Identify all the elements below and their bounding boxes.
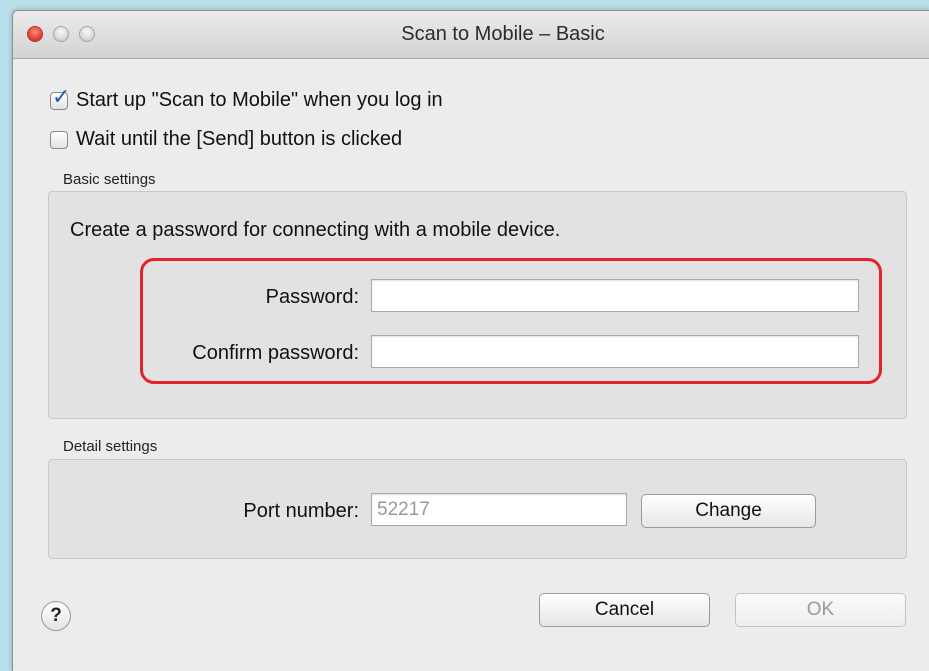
port-number-field: 52217 <box>371 493 627 526</box>
password-instruction: Create a password for connecting with a … <box>70 219 561 241</box>
minimize-window-button[interactable] <box>53 26 69 42</box>
confirm-password-label: Confirm password: <box>192 342 359 364</box>
checkmark-icon: ✓ <box>52 83 71 109</box>
scan-to-mobile-window: Scan to Mobile – Basic ✓ Start up "Scan … <box>12 10 929 671</box>
port-number-label: Port number: <box>243 500 359 522</box>
change-port-button[interactable]: Change <box>641 494 816 528</box>
ok-button[interactable]: OK <box>735 593 906 627</box>
confirm-password-field[interactable] <box>371 335 859 368</box>
password-label: Password: <box>265 286 359 308</box>
basic-settings-heading: Basic settings <box>63 171 156 188</box>
detail-settings-heading: Detail settings <box>63 438 158 455</box>
window-title: Scan to Mobile – Basic <box>401 23 605 45</box>
wait-label: Wait until the [Send] button is clicked <box>76 128 403 150</box>
password-field[interactable] <box>371 279 859 312</box>
wait-checkbox[interactable] <box>50 130 68 149</box>
title-bar: Scan to Mobile – Basic <box>13 11 929 59</box>
help-button[interactable]: ? <box>41 601 71 631</box>
zoom-window-button[interactable] <box>79 26 95 42</box>
question-mark-icon: ? <box>50 605 62 626</box>
close-window-button[interactable] <box>27 26 43 42</box>
startup-label: Start up "Scan to Mobile" when you log i… <box>76 89 443 111</box>
startup-option[interactable]: ✓ Start up "Scan to Mobile" when you log… <box>50 85 443 112</box>
cancel-button[interactable]: Cancel <box>539 593 710 627</box>
wait-option[interactable]: Wait until the [Send] button is clicked <box>50 128 402 151</box>
startup-checkbox[interactable]: ✓ <box>50 85 70 110</box>
